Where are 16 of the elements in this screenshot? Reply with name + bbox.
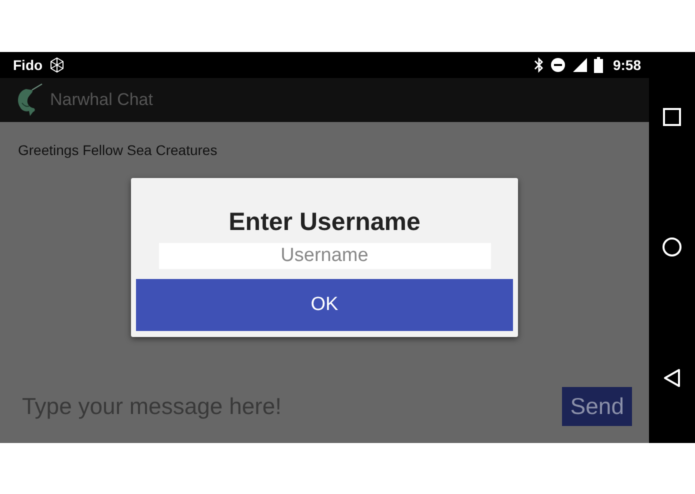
signal-icon [572, 57, 588, 73]
send-button[interactable]: Send [562, 387, 632, 426]
username-field[interactable]: Username [158, 243, 490, 269]
dialog-title: Enter Username [228, 208, 420, 237]
do-not-disturb-icon [550, 57, 566, 73]
home-icon[interactable] [662, 237, 682, 258]
chat-message: Greetings Fellow Sea Creatures [18, 142, 218, 158]
recents-icon[interactable] [663, 108, 681, 126]
network-icon [48, 57, 65, 73]
battery-icon [594, 57, 603, 73]
ok-button[interactable]: OK [136, 279, 513, 331]
bluetooth-icon [534, 57, 544, 73]
back-icon[interactable] [663, 369, 681, 388]
app-title: Narwhal Chat [50, 90, 153, 110]
carrier-name: Fido [13, 57, 43, 73]
clock-time: 9:58 [612, 57, 641, 73]
